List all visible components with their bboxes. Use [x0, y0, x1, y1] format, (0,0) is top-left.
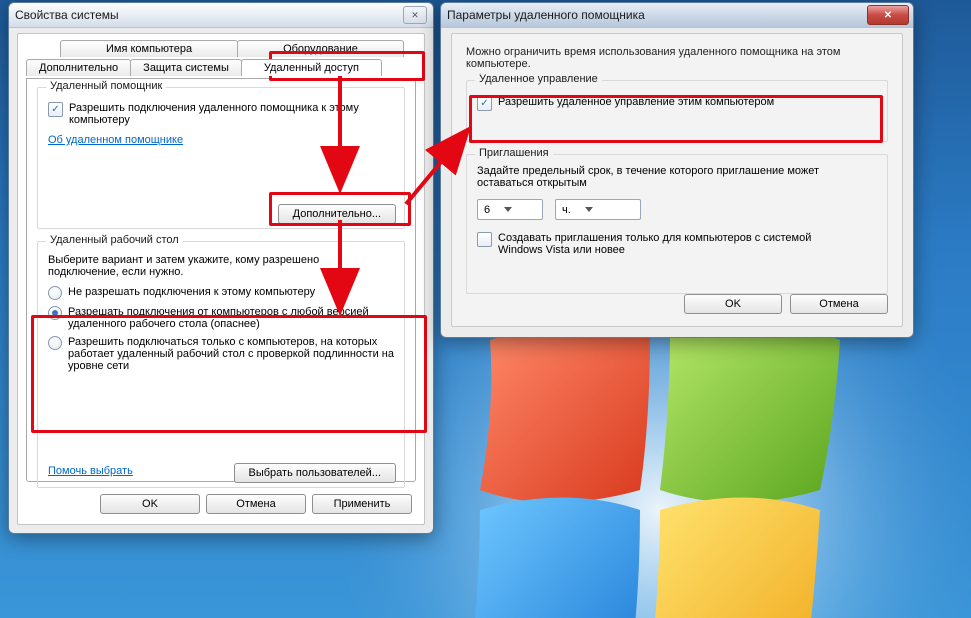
chevron-down-icon	[585, 207, 593, 212]
invitation-time-unit-select[interactable]: ч.	[555, 199, 641, 220]
rd-option-none-radio[interactable]	[48, 286, 62, 300]
tab-remote-access[interactable]: Удаленный доступ	[241, 59, 382, 76]
remote-assistant-settings-window: Параметры удаленного помощника ✕ Можно о…	[440, 2, 914, 338]
vista-only-label: Создавать приглашения только для компьют…	[498, 232, 858, 256]
window-body: Имя компьютера Оборудование Дополнительн…	[17, 33, 425, 525]
rd-option-nla-label: Разрешить подключаться только с компьюте…	[68, 336, 394, 372]
remote-desktop-group: Удаленный рабочий стол Выберите вариант …	[37, 241, 405, 488]
window-title: Свойства системы	[15, 8, 119, 22]
remote-control-group: Удаленное управление ✓ Разрешить удаленн…	[466, 80, 888, 142]
close-icon[interactable]: ✕	[403, 6, 427, 24]
cancel-button[interactable]: Отмена	[206, 494, 306, 514]
vista-only-checkbox[interactable]: ✓	[477, 232, 492, 247]
rd-option-any-label: Разрешать подключения от компьютеров с л…	[68, 306, 394, 330]
close-icon[interactable]: ✕	[867, 5, 909, 25]
tab-system-protection[interactable]: Защита системы	[130, 59, 242, 76]
select-value: ч.	[562, 204, 571, 216]
invitation-time-value-select[interactable]: 6	[477, 199, 543, 220]
ok-button[interactable]: OK	[100, 494, 200, 514]
remote-assistant-group: Удаленный помощник ✓ Разрешить подключен…	[37, 87, 405, 229]
group-title: Приглашения	[475, 147, 553, 159]
cancel-button[interactable]: Отмена	[790, 294, 888, 314]
intro-text: Можно ограничить время использования уда…	[466, 46, 886, 70]
tab-computer-name[interactable]: Имя компьютера	[60, 40, 238, 57]
rd-option-nla-radio[interactable]	[48, 336, 62, 350]
allow-remote-control-checkbox[interactable]: ✓	[477, 96, 492, 111]
invitations-instruction: Задайте предельный срок, в течение котор…	[477, 165, 877, 189]
rd-option-any-radio[interactable]	[48, 306, 62, 320]
system-properties-window: Свойства системы ✕ Имя компьютера Оборуд…	[8, 2, 434, 534]
select-value: 6	[484, 204, 490, 216]
help-choose-link[interactable]: Помочь выбрать	[48, 465, 133, 477]
advanced-button[interactable]: Дополнительно...	[278, 204, 396, 224]
group-title: Удаленный рабочий стол	[46, 234, 183, 246]
tab-hardware[interactable]: Оборудование	[237, 40, 404, 57]
rd-option-none-label: Не разрешать подключения к этому компьют…	[68, 286, 315, 298]
select-users-button[interactable]: Выбрать пользователей...	[234, 463, 397, 483]
allow-remote-assistant-checkbox[interactable]: ✓	[48, 102, 63, 117]
ok-button[interactable]: OK	[684, 294, 782, 314]
allow-remote-assistant-label: Разрешить подключения удаленного помощни…	[69, 102, 379, 126]
apply-button[interactable]: Применить	[312, 494, 412, 514]
titlebar[interactable]: Параметры удаленного помощника ✕	[441, 3, 913, 28]
about-remote-assistant-link[interactable]: Об удаленном помощнике	[48, 134, 183, 146]
titlebar[interactable]: Свойства системы ✕	[9, 3, 433, 28]
group-title: Удаленное управление	[475, 73, 602, 85]
invitations-group: Приглашения Задайте предельный срок, в т…	[466, 154, 888, 294]
group-title: Удаленный помощник	[46, 80, 166, 92]
chevron-down-icon	[504, 207, 512, 212]
window-title: Параметры удаленного помощника	[447, 8, 645, 22]
tab-advanced[interactable]: Дополнительно	[26, 59, 131, 76]
allow-remote-control-label: Разрешить удаленное управление этим комп…	[498, 96, 774, 108]
remote-desktop-instruction: Выберите вариант и затем укажите, кому р…	[48, 254, 378, 278]
